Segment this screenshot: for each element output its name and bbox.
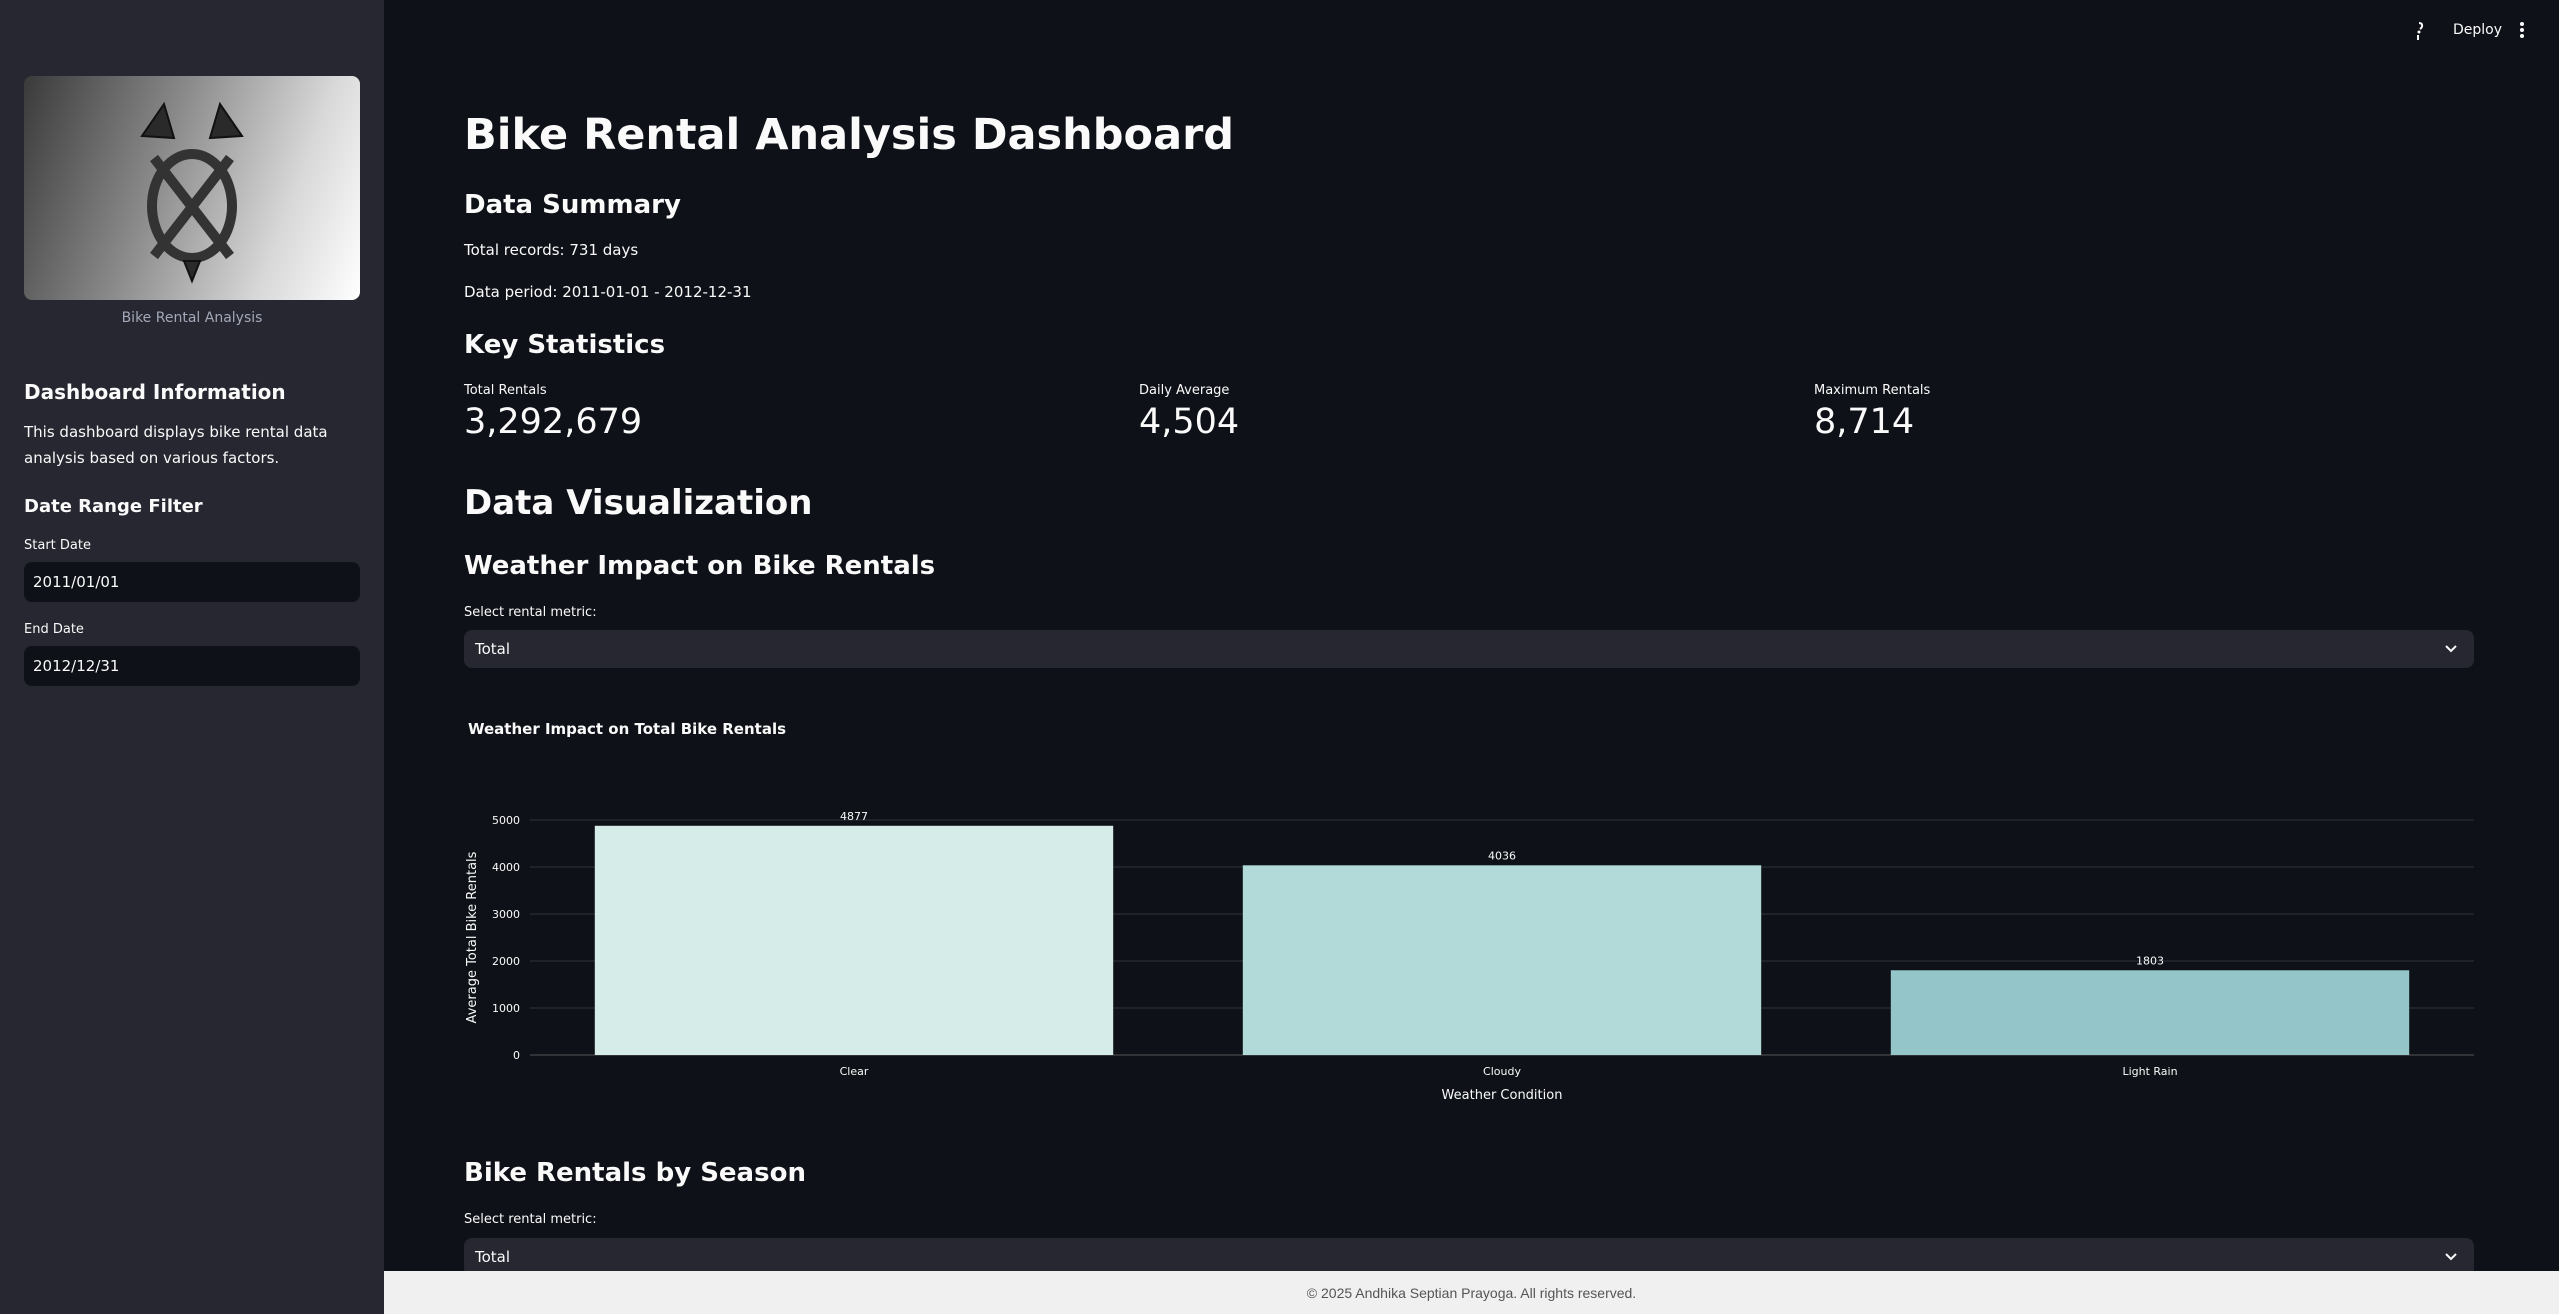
main-content: Deploy Bike Rental Analysis Dashboard Da… [384, 0, 2559, 1314]
end-date-value: 2012/12/31 [33, 657, 120, 675]
logo-caption: Bike Rental Analysis [121, 310, 263, 326]
weather-metric-selected: Total [475, 640, 511, 658]
data-summary-title: Data Summary [464, 190, 681, 220]
main-menu-icon[interactable] [2518, 20, 2526, 44]
chevron-down-icon [2445, 645, 2457, 653]
bar-cloudy[interactable] [1242, 865, 1762, 1055]
y-tick-label: 3000 [492, 908, 520, 921]
deploy-button[interactable]: Deploy [2453, 22, 2502, 38]
footer-copyright: © 2025 Andhika Septian Prayoga. All righ… [1306, 1284, 1637, 1301]
season-metric-label: Select rental metric: [464, 1212, 597, 1227]
total-records-text: Total records: 731 days [464, 241, 639, 259]
data-period-text: Data period: 2011-01-01 - 2012-12-31 [464, 283, 752, 301]
bar-value-label: 4877 [840, 810, 868, 823]
season-title: Bike Rentals by Season [464, 1158, 806, 1188]
bar-light-rain[interactable] [1890, 970, 2410, 1055]
weather-metric-select[interactable]: Total [464, 630, 2474, 668]
x-tick-label: Cloudy [1483, 1065, 1521, 1078]
page-title: Bike Rental Analysis Dashboard [464, 110, 1235, 160]
season-metric-selected: Total [475, 1248, 511, 1266]
weather-impact-chart: Weather Impact on Total Bike Rentals 0 10… [465, 720, 2474, 1103]
start-date-value: 2011/01/01 [33, 573, 120, 591]
metric-total-rentals-value: 3,292,679 [464, 402, 643, 442]
metric-total-rentals-label: Total Rentals [464, 383, 547, 398]
footer: © 2025 Andhika Septian Prayoga. All righ… [384, 1271, 2559, 1314]
start-date-input[interactable]: 2011/01/01 [24, 562, 360, 602]
metric-maximum-rentals-label: Maximum Rentals [1814, 383, 1931, 398]
chart-x-ticks: Clear Cloudy Light Rain [840, 1065, 2178, 1078]
y-tick-label: 1000 [492, 1002, 520, 1015]
x-tick-label: Light Rain [2122, 1065, 2177, 1078]
bar-value-label: 1803 [2136, 954, 2164, 967]
date-range-filter-title: Date Range Filter [24, 496, 203, 517]
sidebar: Bike Rental Analysis Dashboard Informati… [0, 0, 384, 1314]
chart-bars: 4877 4036 1803 [594, 810, 2410, 1055]
start-date-label: Start Date [24, 538, 91, 553]
chart-y-ticks: 0 1000 2000 3000 4000 5000 [492, 814, 520, 1062]
metric-maximum-rentals-value: 8,714 [1814, 402, 1915, 442]
y-tick-label: 4000 [492, 861, 520, 874]
dashboard-info-text: This dashboard displays bike rental data… [24, 423, 328, 467]
sidebar-logo-image [24, 76, 360, 300]
weather-impact-title: Weather Impact on Bike Rentals [464, 551, 936, 581]
bar-clear[interactable] [594, 825, 1114, 1055]
metric-daily-average-label: Daily Average [1139, 383, 1230, 398]
chart-x-axis-label: Weather Condition [1442, 1088, 1563, 1103]
y-tick-label: 2000 [492, 955, 520, 968]
x-tick-label: Clear [840, 1065, 869, 1078]
metric-daily-average-value: 4,504 [1139, 402, 1240, 442]
bike-chain-logo-icon [140, 101, 244, 284]
chevron-down-icon [2445, 1253, 2457, 1261]
data-visualization-title: Data Visualization [464, 483, 813, 523]
y-tick-label: 0 [513, 1049, 520, 1062]
weather-metric-label: Select rental metric: [464, 605, 597, 620]
y-tick-label: 5000 [492, 814, 520, 827]
running-status-icon[interactable] [2414, 20, 2428, 46]
chart-title: Weather Impact on Total Bike Rentals [468, 720, 786, 738]
end-date-input[interactable]: 2012/12/31 [24, 646, 360, 686]
key-statistics-title: Key Statistics [464, 330, 666, 360]
bar-value-label: 4036 [1488, 849, 1516, 862]
chart-y-axis-label: Average Total Bike Rentals [465, 851, 480, 1023]
end-date-label: End Date [24, 622, 84, 637]
app: Bike Rental Analysis Dashboard Informati… [0, 0, 2559, 1314]
dashboard-info-title: Dashboard Information [24, 380, 286, 404]
